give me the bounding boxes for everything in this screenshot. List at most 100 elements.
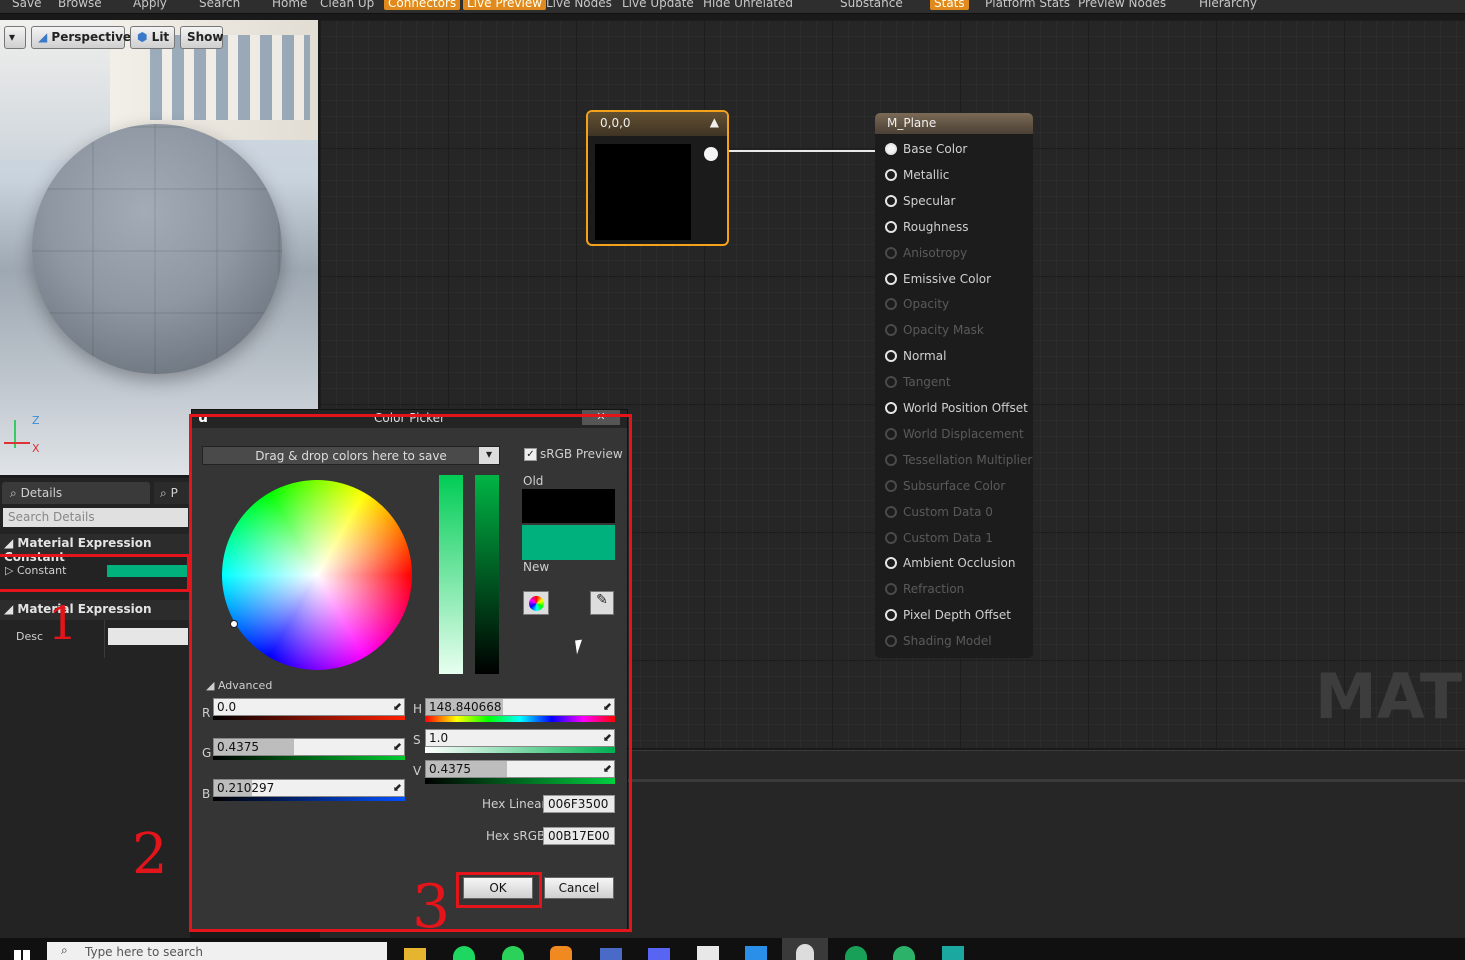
pin-circle-icon[interactable] — [885, 479, 897, 492]
material-pin-opacity-mask[interactable]: Opacity Mask — [885, 323, 984, 341]
file-explorer-icon[interactable] — [404, 948, 426, 960]
material-pin-tessellation-multiplier[interactable]: Tessellation Multiplier — [885, 453, 1032, 471]
show-button[interactable]: Show — [180, 26, 224, 49]
toolbar-live-update-button[interactable]: Live Update — [622, 0, 694, 10]
search-details-input[interactable]: Search Details — [3, 508, 188, 527]
toolbar-preview-nodes-button[interactable]: Preview Nodes — [1078, 0, 1166, 10]
vscode-icon[interactable] — [745, 946, 767, 960]
toolbar-home-button[interactable]: Home — [272, 0, 307, 10]
pin-circle-icon[interactable] — [885, 143, 897, 155]
pin-circle-icon[interactable] — [885, 635, 897, 648]
material-pin-label: Tangent — [903, 375, 951, 390]
toolbar-hide-unrelated-button[interactable]: Hide Unrelated — [703, 0, 793, 10]
edge-icon[interactable] — [845, 946, 867, 960]
material-pin-opacity[interactable]: Opacity — [885, 297, 949, 315]
toolbar-connectors-button[interactable]: Connectors — [384, 0, 461, 10]
material-pin-normal[interactable]: Normal — [885, 349, 946, 367]
desc-input[interactable] — [108, 628, 188, 645]
axis-z-label: Z — [32, 414, 40, 427]
material-pin-label: Opacity — [903, 297, 950, 312]
pin-circle-icon[interactable] — [885, 298, 897, 311]
material-pin-subsurface-color[interactable]: Subsurface Color — [885, 479, 1005, 497]
toolbar-search-button[interactable]: Search — [199, 0, 240, 10]
toolbar-live-nodes-button[interactable]: Live Nodes — [546, 0, 612, 10]
pin-circle-icon[interactable] — [885, 168, 897, 181]
pin-circle-icon[interactable] — [885, 583, 897, 596]
material-pin-custom-data-0[interactable]: Custom Data 0 — [885, 505, 993, 523]
tab-parameters-label: P — [170, 486, 178, 500]
material-pin-roughness[interactable]: Roughness — [885, 220, 968, 238]
taskbar-search-input[interactable]: ⌕ Type here to search — [47, 942, 387, 960]
pin-circle-icon[interactable] — [885, 453, 897, 466]
toolbar-clean-up-button[interactable]: Clean Up — [320, 0, 374, 10]
pin-circle-icon[interactable] — [885, 246, 897, 259]
pin-circle-icon[interactable] — [885, 324, 897, 337]
toolbar-hierarchy-button[interactable]: Hierarchy — [1199, 0, 1257, 10]
material-pin-emissive-color[interactable]: Emissive Color — [885, 272, 991, 290]
viewport-options-button[interactable]: ▾ — [4, 26, 26, 49]
toolbar-live-preview-button[interactable]: Live Preview — [463, 0, 547, 10]
tab-details[interactable]: ⌕ Details — [2, 482, 150, 504]
pin-circle-icon[interactable] — [885, 557, 897, 570]
perspective-label: Perspective — [51, 30, 132, 44]
material-pin-anisotropy[interactable]: Anisotropy — [885, 246, 967, 264]
unreal-engine-icon — [796, 944, 814, 960]
material-pin-ambient-occlusion[interactable]: Ambient Occlusion — [885, 556, 1015, 574]
material-pin-label: Normal — [903, 349, 947, 364]
app-icon[interactable] — [942, 946, 964, 960]
material-pin-label: Specular — [903, 193, 956, 208]
section-material-expression-constant[interactable]: ◢ Material Expression Constant — [0, 534, 190, 564]
pin-circle-icon[interactable] — [885, 531, 897, 544]
toolbar-browse-button[interactable]: Browse — [58, 0, 102, 10]
constant-node-preview — [595, 144, 691, 240]
tab-parameters[interactable]: ⌕ P — [154, 482, 190, 504]
spotify-icon[interactable] — [453, 946, 475, 960]
search-icon: ⌕ — [160, 486, 167, 500]
material-pin-label: World Position Offset — [903, 401, 1028, 415]
notepad-icon[interactable] — [697, 946, 719, 960]
pin-circle-icon[interactable] — [885, 376, 897, 389]
material-pin-specular[interactable]: Specular — [885, 194, 955, 212]
edge-dev-icon[interactable] — [893, 946, 915, 960]
show-label: Show — [187, 30, 224, 44]
toolbar-substance-button[interactable]: Substance — [840, 0, 903, 10]
pin-circle-icon[interactable] — [885, 194, 897, 207]
toolbar-stats-button[interactable]: Stats — [930, 0, 969, 10]
material-pin-tangent[interactable]: Tangent — [885, 375, 951, 393]
material-pin-custom-data-1[interactable]: Custom Data 1 — [885, 531, 993, 549]
material-pin-pixel-depth-offset[interactable]: Pixel Depth Offset — [885, 608, 1011, 626]
lit-button[interactable]: ⬢ Lit — [130, 26, 175, 49]
whatsapp-icon[interactable] — [502, 946, 524, 960]
unreal-engine-taskbar-button[interactable] — [782, 938, 828, 960]
section-material-expression[interactable]: ◢ Material Expression — [0, 600, 190, 620]
steam-icon[interactable] — [600, 948, 622, 960]
toolbar-save-button[interactable]: Save — [12, 0, 41, 10]
pin-circle-icon[interactable] — [885, 402, 897, 414]
pin-circle-icon[interactable] — [885, 609, 897, 622]
material-result-node[interactable]: M_Plane Base Color Metallic Specular Roughn… — [875, 113, 1033, 658]
material-pin-label: Emissive Color — [903, 271, 992, 286]
output-pin[interactable] — [704, 147, 718, 161]
firefox-icon[interactable] — [550, 946, 572, 960]
constant3vector-node[interactable]: 0,0,0 ▲ — [586, 110, 729, 246]
toolbar-apply-button[interactable]: Apply — [133, 0, 167, 10]
toolbar-platform-stats-button[interactable]: Platform Stats — [985, 0, 1070, 10]
perspective-button[interactable]: ◢ Perspective — [31, 26, 131, 49]
discord-icon[interactable] — [648, 948, 670, 960]
material-pin-metallic[interactable]: Metallic — [885, 168, 949, 186]
material-pin-base-color[interactable]: Base Color — [885, 142, 967, 160]
pin-circle-icon[interactable] — [885, 220, 897, 233]
pin-circle-icon[interactable] — [885, 272, 897, 285]
material-pin-shading-model[interactable]: Shading Model — [885, 634, 992, 652]
pin-circle-icon[interactable] — [885, 427, 897, 440]
collapse-icon[interactable]: ▲ — [710, 115, 719, 129]
material-pin-world-displacement[interactable]: World Displacement — [885, 427, 1024, 445]
material-pin-refraction[interactable]: Refraction — [885, 582, 964, 600]
material-pin-label: Opacity Mask — [903, 323, 984, 338]
pin-circle-icon[interactable] — [885, 505, 897, 518]
material-pin-world-position-offset[interactable]: World Position Offset — [885, 401, 1028, 419]
pin-circle-icon[interactable] — [885, 350, 897, 363]
preview-viewport[interactable]: ▾ ◢ Perspective ⬢ Lit Show Z X — [0, 20, 318, 475]
details-divider — [104, 620, 105, 658]
windows-start-icon[interactable] — [14, 950, 30, 960]
